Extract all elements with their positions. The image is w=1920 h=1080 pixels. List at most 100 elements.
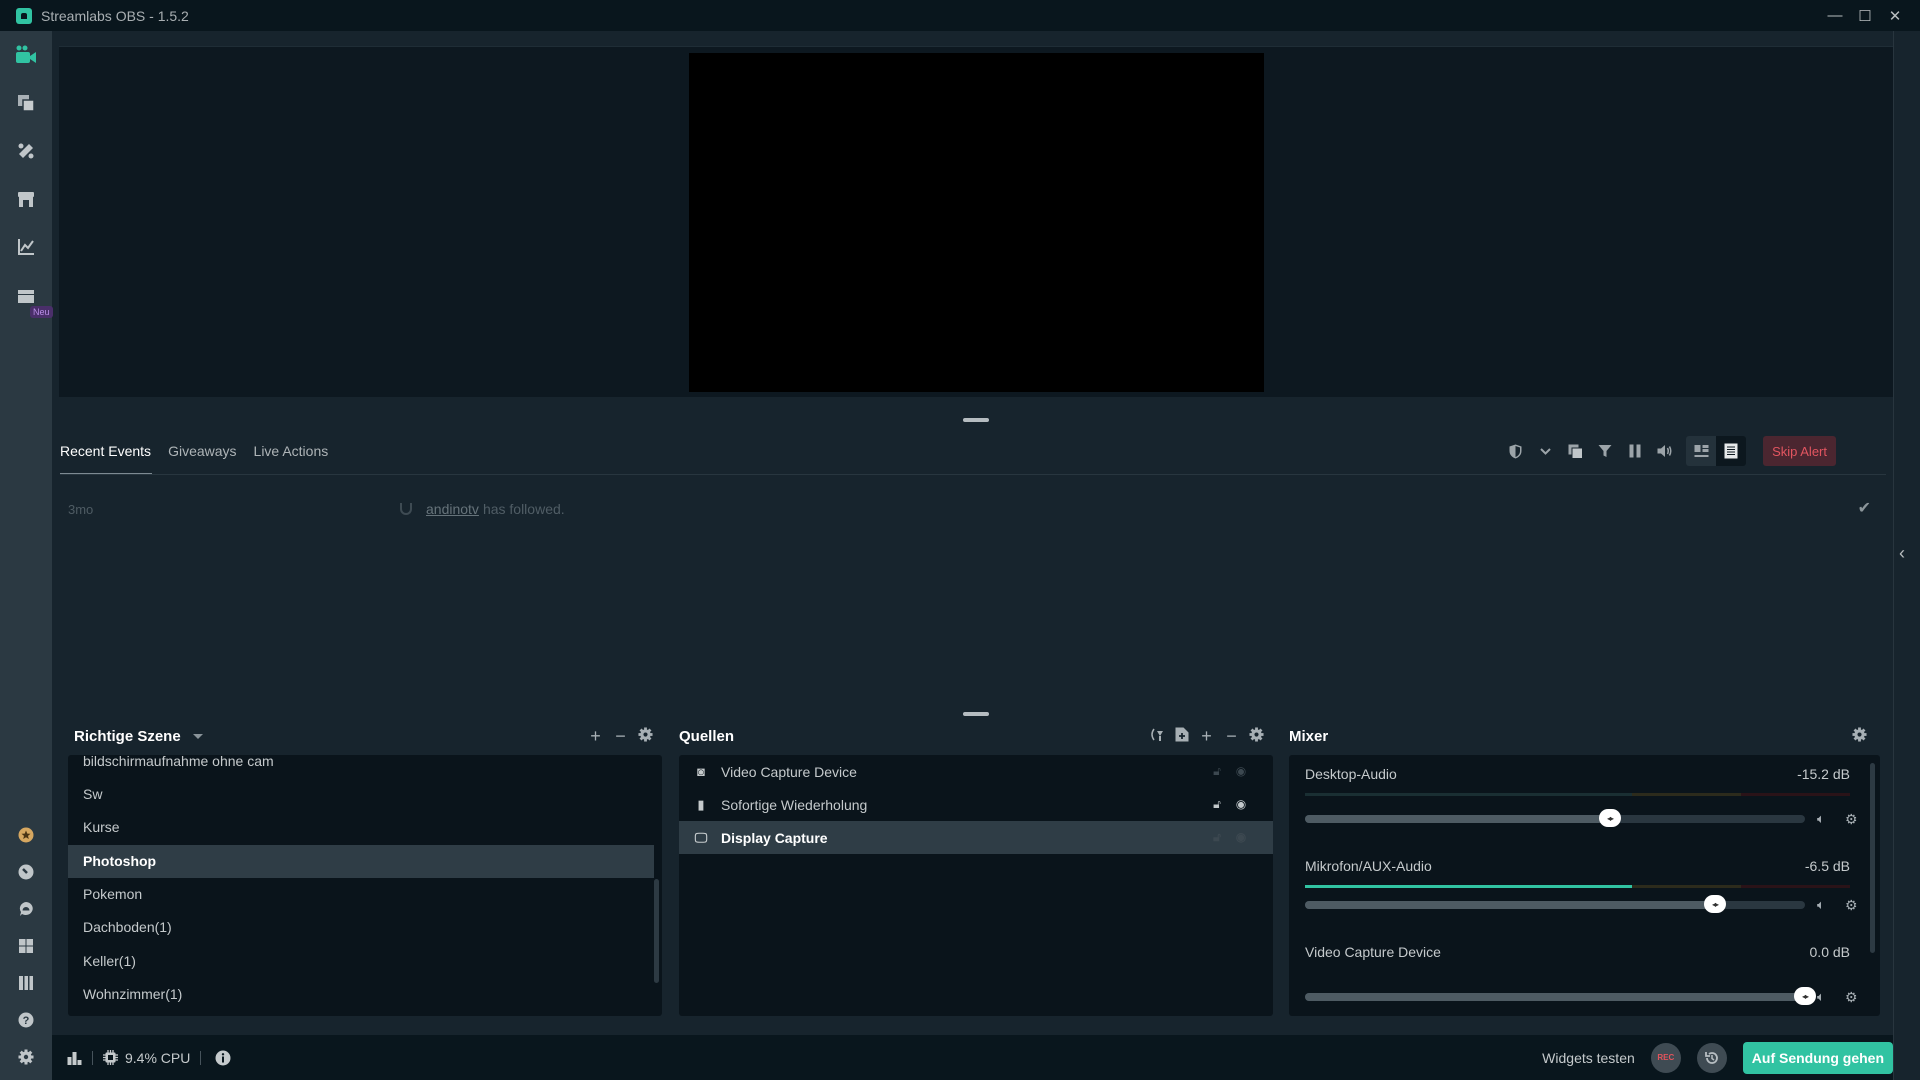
scene-item[interactable]: Kurse [68, 811, 654, 844]
scene-collection-caret-icon[interactable] [192, 734, 203, 739]
separator [200, 1050, 202, 1065]
mixer-scrollbar[interactable] [1870, 763, 1875, 953]
nav-gauge[interactable] [14, 860, 38, 884]
scene-item[interactable]: Wohnzimmer(1) [68, 978, 654, 1011]
nav-settings[interactable] [14, 1045, 38, 1069]
nav-prime[interactable] [14, 823, 38, 847]
list-view-button[interactable] [1716, 436, 1747, 466]
filter-icon [1598, 445, 1612, 457]
gauge-icon [18, 864, 34, 880]
expand-chevron-left-icon[interactable]: ‹ [1899, 543, 1905, 564]
add-folder-button[interactable] [1169, 726, 1194, 747]
events-tabs: Recent Events Giveaways Live Actions [60, 428, 345, 475]
slider-knob[interactable]: ◂▸ [1599, 809, 1621, 827]
volume-slider[interactable]: ◂▸ [1305, 809, 1805, 827]
resize-handle-bottom[interactable] [963, 712, 989, 716]
scene-item[interactable]: Keller(1) [68, 945, 654, 978]
safe-mode-button[interactable] [1500, 436, 1530, 466]
eye-hidden-icon[interactable]: ◉ [1229, 830, 1253, 845]
lock-icon[interactable]: 🔓︎ [1205, 830, 1229, 845]
mixer-list: Desktop-Audio -15.2 dB ◂▸ 🔈︎ ⚙︎ Mikrofon… [1289, 755, 1880, 1016]
popout-button[interactable] [1560, 436, 1590, 466]
test-widgets-button[interactable]: Widgets testen [1542, 1050, 1635, 1066]
mute-button[interactable]: 🔈︎ [1817, 897, 1825, 913]
chevron-down-icon [1539, 447, 1551, 455]
nav-themes[interactable] [14, 139, 38, 163]
volume-meter [1305, 883, 1850, 889]
mute-button[interactable]: 🔈︎ [1817, 989, 1825, 1005]
eye-icon[interactable]: ◉ [1229, 797, 1253, 812]
tab-giveaways[interactable]: Giveaways [168, 428, 236, 474]
nav-apps[interactable] [14, 934, 38, 958]
minimize-button[interactable]: — [1820, 7, 1850, 24]
svg-text:?: ? [23, 1015, 30, 1027]
volume-slider[interactable]: ◂▸ [1305, 987, 1816, 1005]
volume-slider[interactable]: ◂▸ [1305, 895, 1805, 913]
tab-live-actions[interactable]: Live Actions [254, 428, 329, 474]
audio-settings-button[interactable]: ⚙︎ [1845, 989, 1858, 1006]
nav-layers[interactable] [14, 91, 38, 115]
nav-highlighter[interactable] [14, 283, 38, 307]
eye-hidden-icon[interactable]: ◉ [1229, 764, 1253, 779]
nav-help[interactable]: ? [14, 1008, 38, 1032]
mute-alerts-button[interactable] [1650, 436, 1680, 466]
source-item[interactable]: ◙ Video Capture Device 🔓︎ ◉ [679, 755, 1273, 788]
mixer-settings-button[interactable] [1847, 726, 1872, 747]
mixer-title: Mixer [1289, 728, 1329, 745]
scene-item-selected[interactable]: Photoshop [68, 845, 654, 878]
performance-bars-icon[interactable] [67, 1051, 82, 1065]
add-source-button[interactable]: + [1194, 726, 1219, 747]
nav-store[interactable] [14, 187, 38, 211]
slider-knob[interactable]: ◂▸ [1794, 987, 1816, 1005]
source-item-selected[interactable]: 🖵︎ Display Capture 🔓︎ ◉ [679, 821, 1273, 854]
nav-dashboard[interactable] [14, 235, 38, 259]
pause-button[interactable] [1620, 436, 1650, 466]
source-item[interactable]: ▮ Sofortige Wiederholung 🔓︎ ◉ [679, 788, 1273, 821]
audio-settings-button[interactable]: ⚙︎ [1845, 811, 1858, 828]
close-button[interactable]: ✕ [1880, 7, 1910, 25]
go-live-button[interactable]: Auf Sendung gehen [1742, 1041, 1893, 1074]
scene-item[interactable]: bildschirmaufnahme ohne cam [68, 755, 654, 778]
lock-icon[interactable]: 🔓︎ [1205, 764, 1229, 779]
cpu-usage: 9.4% CPU [125, 1049, 191, 1066]
audio-settings-button[interactable]: ⚙︎ [1845, 897, 1858, 914]
stream-preview[interactable] [689, 53, 1264, 392]
add-scene-button[interactable]: + [583, 726, 608, 747]
resize-handle-top[interactable] [963, 418, 989, 422]
source-filters-button[interactable] [1144, 726, 1169, 747]
themes-icon [18, 143, 34, 159]
scene-collection-title[interactable]: Richtige Szene [74, 728, 181, 745]
record-button[interactable]: REC [1650, 1042, 1681, 1073]
remove-source-button[interactable]: − [1219, 726, 1244, 747]
replay-buffer-button[interactable] [1696, 1042, 1727, 1073]
mark-read-check-icon[interactable]: ✔ [1858, 498, 1871, 518]
card-view-button[interactable] [1686, 436, 1717, 466]
shield-icon [1509, 444, 1522, 458]
nav-editor[interactable] [14, 43, 38, 67]
nav-layout-editor[interactable] [14, 971, 38, 995]
chart-icon [18, 239, 34, 255]
volume-meter [1305, 791, 1850, 797]
folder-add-icon [1175, 727, 1188, 742]
maximize-button[interactable]: ☐ [1850, 7, 1880, 25]
nav-chat[interactable] [14, 897, 38, 921]
scene-item[interactable]: Sw [68, 778, 654, 811]
tab-recent-events[interactable]: Recent Events [60, 428, 153, 475]
scene-item[interactable]: Pokemon [68, 878, 654, 911]
safe-mode-dropdown[interactable] [1530, 436, 1560, 466]
scene-item[interactable]: Dachboden(1) [68, 911, 654, 944]
source-settings-button[interactable] [1244, 726, 1269, 747]
app-logo-icon [16, 7, 32, 24]
recent-events-panel: Recent Events Giveaways Live Actions Ski… [52, 428, 1893, 708]
mute-button[interactable]: 🔈︎ [1817, 811, 1825, 827]
info-icon[interactable] [215, 1050, 231, 1066]
remove-scene-button[interactable]: − [608, 726, 633, 747]
scene-list-scrollbar[interactable] [654, 879, 659, 983]
event-user-link[interactable]: andinotv [426, 501, 479, 517]
scene-settings-button[interactable] [633, 726, 658, 747]
slider-knob[interactable]: ◂▸ [1704, 895, 1726, 913]
filter-button[interactable] [1590, 436, 1620, 466]
skip-alert-button[interactable]: Skip Alert [1763, 436, 1836, 466]
lock-icon[interactable]: 🔓︎ [1205, 797, 1229, 812]
source-list: ◙ Video Capture Device 🔓︎ ◉ ▮ Sofortige W… [679, 755, 1273, 1016]
